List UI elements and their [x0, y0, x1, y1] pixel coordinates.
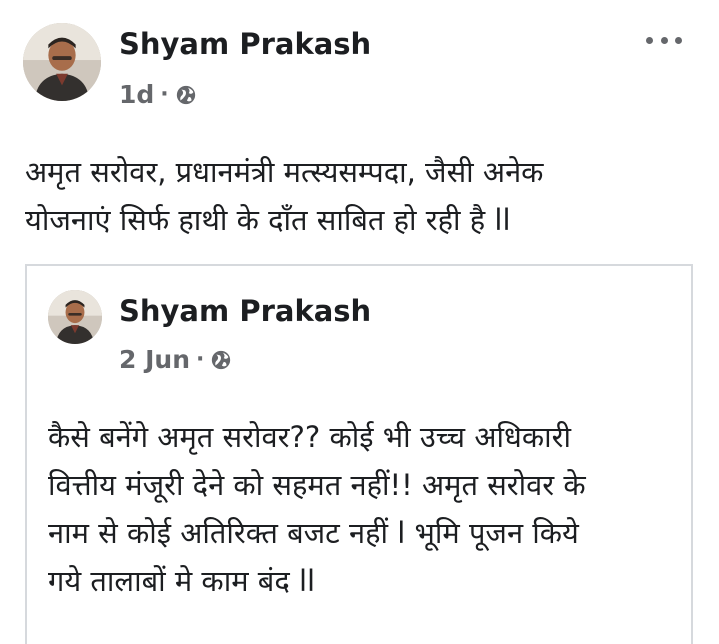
globe-icon — [176, 85, 195, 104]
shared-post-text: कैसे बनेंगे अमृत सरोवर?? कोई भी उच्च अधि… — [48, 413, 586, 605]
meta-separator: · — [196, 347, 205, 372]
shared-author-name[interactable]: Shyam Prakash — [119, 294, 371, 328]
avatar-photo-icon — [48, 290, 102, 344]
post-text-line: अमृत सरोवर, प्रधानमंत्री मत्स्यसम्पदा, ज… — [25, 155, 544, 189]
globe-icon — [212, 350, 231, 369]
shared-post-text-line: वित्तीय मंजूरी देने को सहमत नहीं!! अमृत … — [48, 468, 586, 502]
post-meta: 1d · — [119, 80, 197, 109]
more-horizontal-icon — [646, 36, 653, 44]
author-avatar[interactable] — [23, 23, 101, 101]
shared-post-text-line: कैसे बनेंगे अमृत सरोवर?? कोई भी उच्च अधि… — [48, 420, 571, 454]
shared-post-timestamp[interactable]: 2 Jun — [119, 345, 190, 374]
post-text: अमृत सरोवर, प्रधानमंत्री मत्स्यसम्पदा, ज… — [25, 148, 543, 244]
author-name[interactable]: Shyam Prakash — [119, 27, 371, 61]
more-horizontal-icon — [660, 36, 668, 44]
more-options-button[interactable] — [646, 30, 682, 50]
avatar-photo-icon — [23, 23, 101, 101]
shared-post-meta: 2 Jun · — [119, 345, 232, 374]
post-text-line: योजनाएं सिर्फ हाथी के दाँत साबित हो रही … — [25, 203, 511, 237]
shared-post-text-line: गये तालाबों मे काम बंद ll — [48, 564, 316, 598]
shared-author-avatar[interactable] — [48, 290, 102, 344]
post-timestamp[interactable]: 1d — [119, 80, 154, 109]
more-horizontal-icon — [675, 36, 682, 44]
meta-separator: · — [160, 82, 169, 107]
facebook-post: Shyam Prakash 1d · अमृत सरोवर, प्रधानमंत… — [0, 0, 719, 644]
shared-post-text-line: नाम से कोई अतिरिक्त बजट नहीं l भूमि पूजन… — [48, 516, 579, 550]
